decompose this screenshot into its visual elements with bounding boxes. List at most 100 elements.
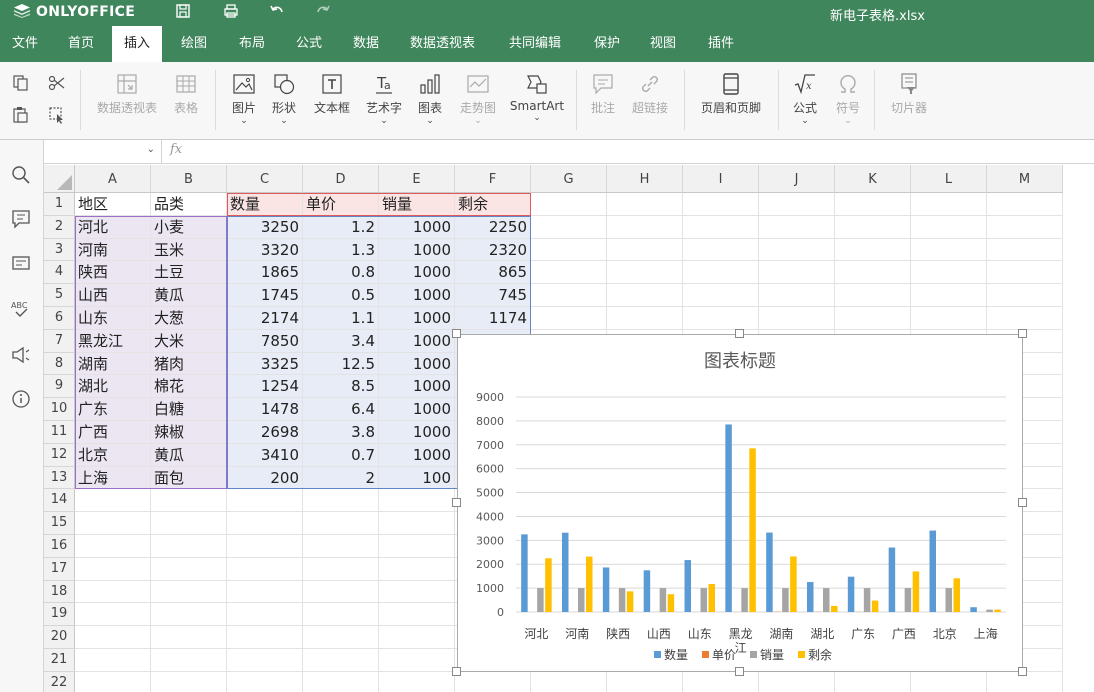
resize-handle[interactable] xyxy=(1018,498,1027,507)
cell-b17[interactable] xyxy=(151,557,227,581)
cell-e12[interactable]: 1000 xyxy=(379,443,455,467)
insert-shape-button[interactable]: 形状 ⌄ xyxy=(268,72,300,126)
cell-a19[interactable] xyxy=(75,603,151,627)
insert-sparkline-button[interactable]: 走势图 ⌄ xyxy=(456,72,500,126)
fx-icon[interactable]: fx xyxy=(170,142,182,157)
cell-d7[interactable]: 3.4 xyxy=(303,329,379,353)
cell-g22[interactable] xyxy=(531,671,607,692)
resize-handle[interactable] xyxy=(1018,329,1027,338)
tab-formula[interactable]: 公式 xyxy=(292,26,326,62)
cell-d21[interactable] xyxy=(303,649,379,672)
cell-l3[interactable] xyxy=(911,238,987,262)
column-header-i[interactable]: I xyxy=(683,165,759,193)
cell-c10[interactable]: 1478 xyxy=(227,398,303,421)
cell-g3[interactable] xyxy=(531,238,607,262)
select-all-icon[interactable] xyxy=(48,106,66,124)
cell-k3[interactable] xyxy=(835,238,911,262)
cell-c15[interactable] xyxy=(227,512,303,535)
comments-icon[interactable] xyxy=(10,208,32,230)
cell-c8[interactable]: 3325 xyxy=(227,352,303,376)
redo-icon[interactable] xyxy=(314,3,332,21)
cell-a6[interactable]: 山东 xyxy=(75,307,151,330)
cell-d11[interactable]: 3.8 xyxy=(303,421,379,444)
name-box[interactable]: ⌄ xyxy=(44,140,162,163)
cell-c5[interactable]: 1745 xyxy=(227,284,303,307)
cell-e10[interactable]: 1000 xyxy=(379,398,455,421)
cell-d15[interactable] xyxy=(303,512,379,535)
cell-c9[interactable]: 1254 xyxy=(227,375,303,399)
feedback-icon[interactable] xyxy=(10,344,32,366)
insert-slicer-button[interactable]: 切片器 xyxy=(885,72,933,116)
cell-m6[interactable] xyxy=(987,307,1063,330)
cell-l2[interactable] xyxy=(911,215,987,239)
cell-a8[interactable]: 湖南 xyxy=(75,352,151,376)
resize-handle[interactable] xyxy=(1018,667,1027,676)
column-header-h[interactable]: H xyxy=(607,165,683,193)
cell-c22[interactable] xyxy=(227,671,303,692)
row-header[interactable]: 22 xyxy=(44,671,75,692)
cell-j22[interactable] xyxy=(759,671,835,692)
copy-icon[interactable] xyxy=(12,74,30,92)
row-header[interactable]: 12 xyxy=(44,443,75,467)
cell-i5[interactable] xyxy=(683,284,759,307)
cell-e8[interactable]: 1000 xyxy=(379,352,455,376)
cell-h4[interactable] xyxy=(607,261,683,285)
cell-d17[interactable] xyxy=(303,557,379,581)
cell-a5[interactable]: 山西 xyxy=(75,284,151,307)
row-header[interactable]: 2 xyxy=(44,215,75,239)
tab-draw[interactable]: 绘图 xyxy=(177,26,211,62)
row-header[interactable]: 9 xyxy=(44,375,75,399)
row-header[interactable]: 15 xyxy=(44,512,75,535)
cell-g2[interactable] xyxy=(531,215,607,239)
save-icon[interactable] xyxy=(174,3,192,21)
cell-g1[interactable] xyxy=(531,193,607,216)
cell-b3[interactable]: 玉米 xyxy=(151,238,227,262)
cell-a10[interactable]: 广东 xyxy=(75,398,151,421)
cell-e21[interactable] xyxy=(379,649,455,672)
insert-symbol-button[interactable]: 符号 ⌄ xyxy=(832,72,864,126)
chevron-down-icon[interactable]: ⌄ xyxy=(147,144,155,155)
cell-b11[interactable]: 辣椒 xyxy=(151,421,227,444)
cell-a22[interactable] xyxy=(75,671,151,692)
cell-d1[interactable]: 单价 xyxy=(303,193,379,216)
cell-d12[interactable]: 0.7 xyxy=(303,443,379,467)
column-header-j[interactable]: J xyxy=(759,165,835,193)
cell-b6[interactable]: 大葱 xyxy=(151,307,227,330)
cell-j1[interactable] xyxy=(759,193,835,216)
cell-j4[interactable] xyxy=(759,261,835,285)
header-footer-button[interactable]: 页眉和页脚 xyxy=(694,72,768,116)
row-header[interactable]: 10 xyxy=(44,398,75,421)
row-header[interactable]: 4 xyxy=(44,261,75,285)
row-header[interactable]: 8 xyxy=(44,352,75,376)
cell-i22[interactable] xyxy=(683,671,759,692)
insert-hyperlink-button[interactable]: 超链接 xyxy=(627,72,673,116)
cell-c14[interactable] xyxy=(227,489,303,513)
row-header[interactable]: 19 xyxy=(44,603,75,627)
insert-textbox-button[interactable]: 文本框 xyxy=(310,72,354,116)
row-header[interactable]: 20 xyxy=(44,626,75,649)
cell-i2[interactable] xyxy=(683,215,759,239)
cell-c19[interactable] xyxy=(227,603,303,627)
cell-e2[interactable]: 1000 xyxy=(379,215,455,239)
cut-icon[interactable] xyxy=(48,74,66,92)
insert-equation-button[interactable]: x 公式 ⌄ xyxy=(789,72,821,126)
cell-h2[interactable] xyxy=(607,215,683,239)
cell-c21[interactable] xyxy=(227,649,303,672)
cell-m1[interactable] xyxy=(987,193,1063,216)
cell-b7[interactable]: 大米 xyxy=(151,329,227,353)
cell-b13[interactable]: 面包 xyxy=(151,466,227,490)
cell-a3[interactable]: 河南 xyxy=(75,238,151,262)
cell-d5[interactable]: 0.5 xyxy=(303,284,379,307)
chat-icon[interactable] xyxy=(10,252,32,274)
cell-k1[interactable] xyxy=(835,193,911,216)
cell-e11[interactable]: 1000 xyxy=(379,421,455,444)
cell-c13[interactable]: 200 xyxy=(227,466,303,490)
row-header[interactable]: 14 xyxy=(44,489,75,513)
cell-c17[interactable] xyxy=(227,557,303,581)
cell-d20[interactable] xyxy=(303,626,379,649)
tab-home[interactable]: 首页 xyxy=(64,26,98,62)
cell-a18[interactable] xyxy=(75,580,151,604)
tab-insert[interactable]: 插入 xyxy=(112,26,163,62)
cell-a17[interactable] xyxy=(75,557,151,581)
cell-a7[interactable]: 黑龙江 xyxy=(75,329,151,353)
